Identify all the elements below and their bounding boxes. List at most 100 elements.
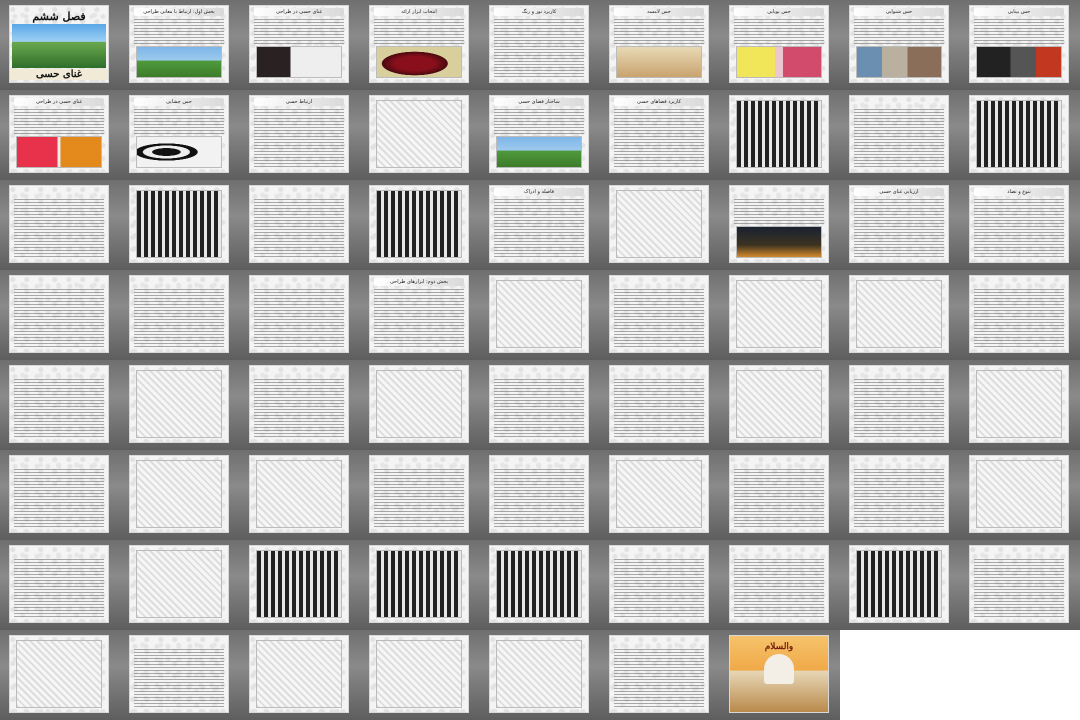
chapter-title: فصل ششم <box>32 10 86 23</box>
slide-content <box>610 456 708 532</box>
slide-thumbnail[interactable]: حس شنوایی <box>840 0 960 90</box>
slide-thumbnail[interactable] <box>840 450 960 540</box>
slide-body-text <box>134 19 224 46</box>
slide-body-text <box>374 289 464 348</box>
slide-content <box>850 366 948 442</box>
slide-body-text <box>14 289 104 348</box>
slide-thumbnail[interactable] <box>480 630 600 720</box>
slide-thumbnail[interactable] <box>240 540 360 630</box>
slide-body-text <box>494 469 584 528</box>
slide-thumbnail[interactable] <box>360 450 480 540</box>
slide-thumbnail[interactable] <box>720 360 840 450</box>
slide-image <box>136 190 222 258</box>
slide-thumbnail[interactable] <box>960 360 1080 450</box>
slide-thumbnail[interactable] <box>600 540 720 630</box>
slide-thumbnail[interactable] <box>240 630 360 720</box>
slide-content <box>250 546 348 622</box>
slide-thumbnail[interactable] <box>360 180 480 270</box>
slide-thumbnail[interactable] <box>840 540 960 630</box>
slide-thumbnail[interactable] <box>0 180 120 270</box>
slide-thumbnail[interactable] <box>480 450 600 540</box>
slide-thumbnail[interactable] <box>840 360 960 450</box>
slide-thumbnail[interactable] <box>120 270 240 360</box>
slide-thumbnail[interactable] <box>960 90 1080 180</box>
slide-thumbnail[interactable] <box>480 360 600 450</box>
slide-content: کاربرد نور و رنگ <box>490 6 588 82</box>
slide-thumbnail[interactable] <box>240 450 360 540</box>
slide-thumbnail[interactable]: حس لامسه <box>600 0 720 90</box>
slide-thumbnail[interactable] <box>720 180 840 270</box>
slide-thumbnail[interactable] <box>960 540 1080 630</box>
slide-thumbnail[interactable] <box>120 360 240 450</box>
slide-content: ساختار فضای حسی <box>490 96 588 172</box>
slide-thumbnail[interactable] <box>0 360 120 450</box>
slide-thumbnail[interactable]: فاصله و ادراک <box>480 180 600 270</box>
slide-thumbnail[interactable] <box>480 540 600 630</box>
slide-thumbnail[interactable] <box>360 360 480 450</box>
slide-thumbnail[interactable]: ارزیابی غنای حسی <box>840 180 960 270</box>
slide-body-text <box>254 19 344 46</box>
slide-thumbnail[interactable] <box>240 270 360 360</box>
slide-thumbnail[interactable]: غنای حسی در طراحی <box>240 0 360 90</box>
slide-thumbnail[interactable] <box>720 90 840 180</box>
slide-thumbnail[interactable] <box>840 90 960 180</box>
slide-thumbnail[interactable] <box>360 630 480 720</box>
slide-content: انتخاب ابزار ارائه <box>370 6 468 82</box>
slide-thumbnail[interactable] <box>840 270 960 360</box>
slide-content <box>130 546 228 622</box>
slide-image <box>256 640 342 708</box>
slide-thumbnail[interactable] <box>0 270 120 360</box>
slide-thumbnail[interactable]: غنای حسی در طراحی <box>0 90 120 180</box>
slide-title: حس شنوایی <box>854 8 944 16</box>
slide-thumbnail[interactable] <box>0 450 120 540</box>
slide-thumbnail[interactable] <box>960 270 1080 360</box>
slide-image <box>496 640 582 708</box>
slide-thumbnail[interactable] <box>600 270 720 360</box>
slide-image <box>376 46 462 78</box>
slide-thumbnail[interactable]: والسلام <box>720 630 840 720</box>
slide-thumbnail[interactable] <box>240 360 360 450</box>
slide-thumbnail[interactable] <box>600 360 720 450</box>
slide-content <box>130 636 228 712</box>
slide-thumbnail[interactable] <box>0 630 120 720</box>
slide-thumbnail[interactable]: ارتباط حسی <box>240 90 360 180</box>
slide-thumbnail[interactable]: کاربرد فضاهای حسی <box>600 90 720 180</box>
slide-thumbnail[interactable]: ساختار فضای حسی <box>480 90 600 180</box>
title-slide: فصل ششم غنای حسی <box>10 6 108 82</box>
slide-body-text <box>614 649 704 708</box>
slide-thumbnail[interactable] <box>600 450 720 540</box>
slide-content: بخش دوم: ابزارهای طراحی <box>370 276 468 352</box>
slide-thumbnail[interactable]: تنوع و تضاد <box>960 180 1080 270</box>
slide-thumbnail[interactable] <box>240 180 360 270</box>
slide-thumbnail[interactable]: انتخاب ابزار ارائه <box>360 0 480 90</box>
closing-title: والسلام <box>764 642 794 652</box>
slide-thumbnail[interactable]: کاربرد نور و رنگ <box>480 0 600 90</box>
slide-content <box>970 366 1068 442</box>
slide-content <box>610 636 708 712</box>
slide-content <box>490 456 588 532</box>
slide-thumbnail[interactable]: بخش دوم: ابزارهای طراحی <box>360 270 480 360</box>
slide-thumbnail[interactable] <box>120 450 240 540</box>
slide-thumbnail[interactable] <box>480 270 600 360</box>
slide-thumbnail[interactable] <box>360 90 480 180</box>
slide-thumbnail[interactable] <box>600 630 720 720</box>
slide-body-text <box>494 19 584 78</box>
slide-thumbnail[interactable]: فصل ششم غنای حسی <box>0 0 120 90</box>
slide-thumbnail[interactable] <box>600 180 720 270</box>
slide-thumbnail[interactable] <box>120 180 240 270</box>
slide-thumbnail[interactable] <box>960 450 1080 540</box>
slide-thumbnail[interactable] <box>720 270 840 360</box>
slide-thumbnail[interactable]: حس چشایی <box>120 90 240 180</box>
slide-body-text <box>14 559 104 618</box>
slide-thumbnail[interactable] <box>720 450 840 540</box>
slide-thumbnail[interactable]: بخش اول: ارتباط با معانی طراحی <box>120 0 240 90</box>
slide-thumbnail[interactable] <box>120 540 240 630</box>
slide-content: حس بینایی <box>970 6 1068 82</box>
slide-thumbnail[interactable]: حس بینایی <box>960 0 1080 90</box>
slide-image <box>616 46 702 78</box>
slide-thumbnail[interactable] <box>120 630 240 720</box>
slide-thumbnail[interactable]: حس بویایی <box>720 0 840 90</box>
slide-thumbnail[interactable] <box>0 540 120 630</box>
slide-thumbnail[interactable] <box>360 540 480 630</box>
slide-thumbnail[interactable] <box>720 540 840 630</box>
